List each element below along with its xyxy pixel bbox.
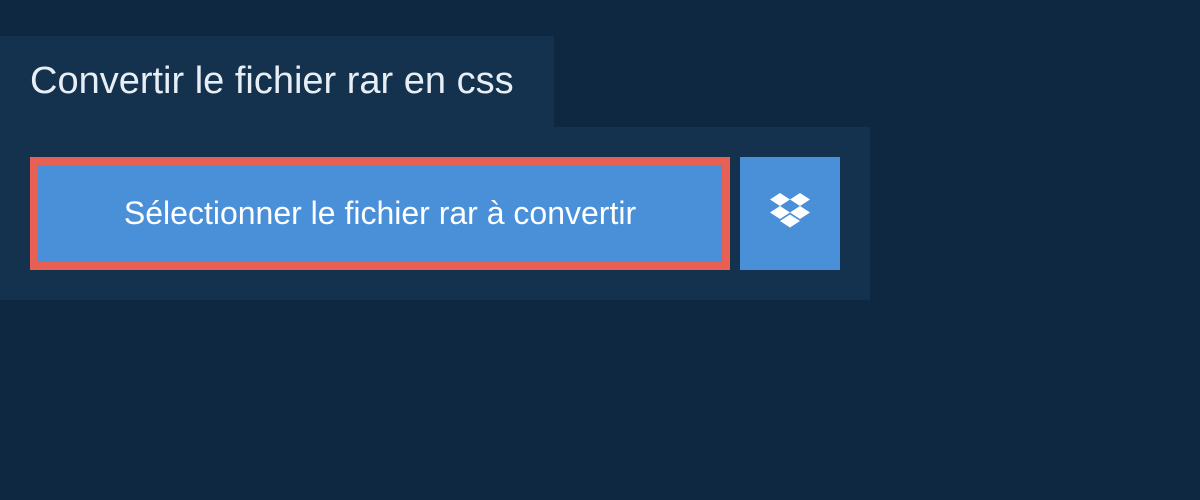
tab-header: Convertir le fichier rar en css [0, 36, 554, 127]
select-file-button[interactable]: Sélectionner le fichier rar à convertir [30, 157, 730, 270]
button-row: Sélectionner le fichier rar à convertir [30, 157, 840, 270]
dropbox-button[interactable] [740, 157, 840, 270]
upload-panel: Sélectionner le fichier rar à convertir [0, 127, 870, 300]
select-file-label: Sélectionner le fichier rar à convertir [124, 195, 636, 232]
page-title: Convertir le fichier rar en css [30, 60, 514, 103]
dropbox-icon [770, 193, 810, 234]
